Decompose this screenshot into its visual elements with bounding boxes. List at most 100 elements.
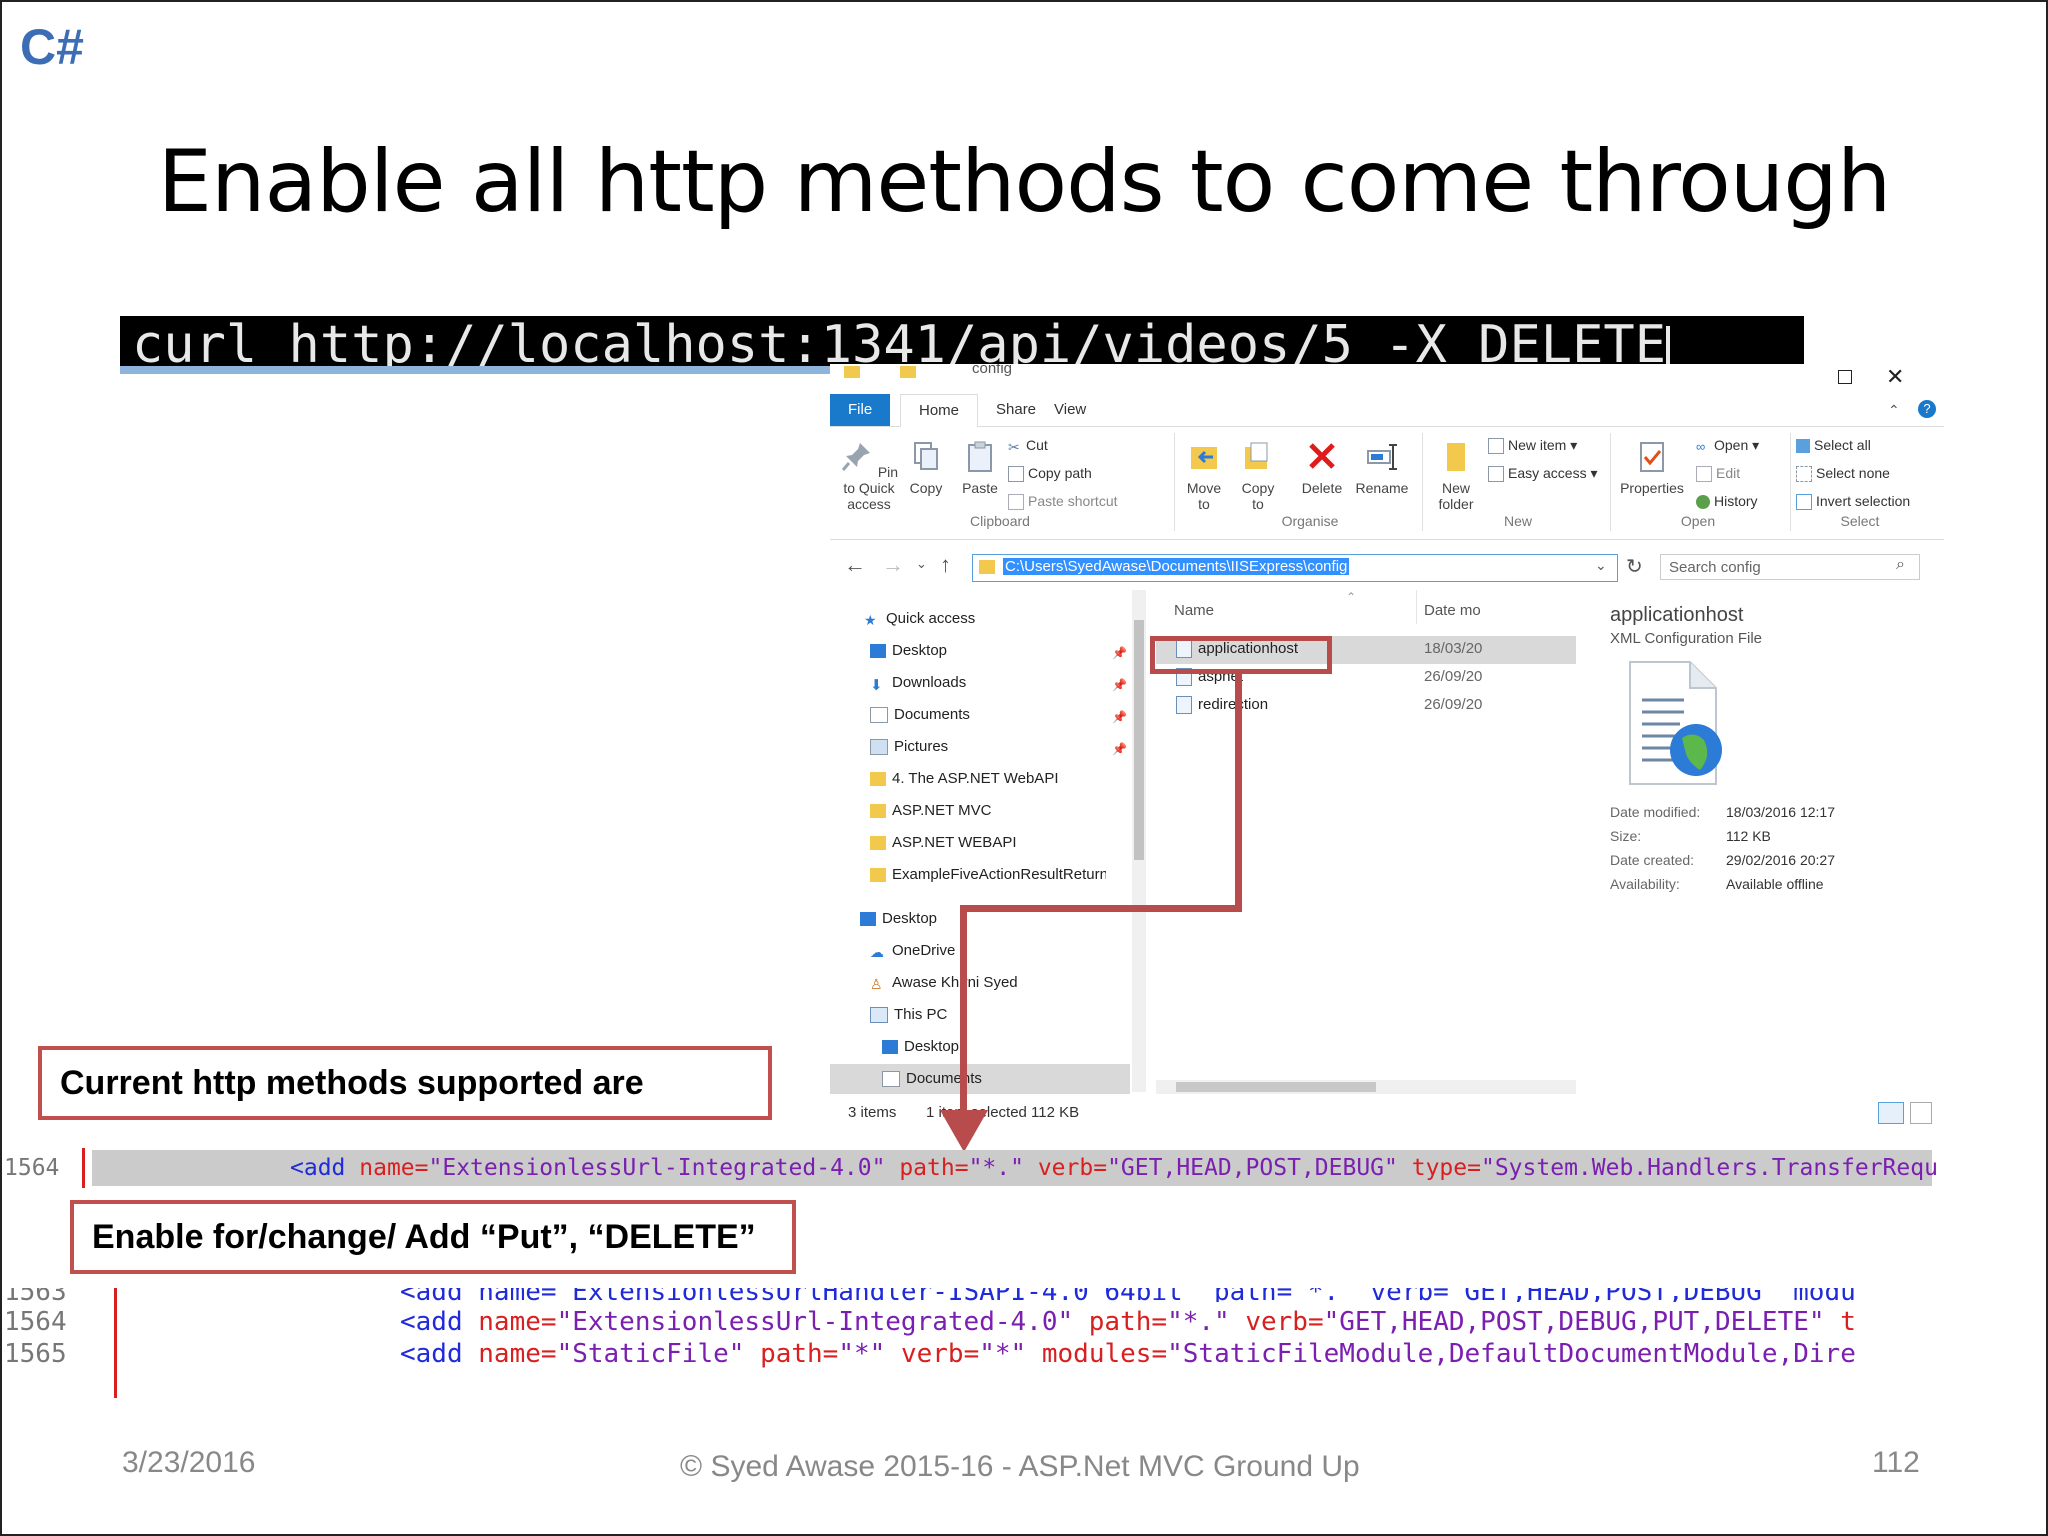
- copy-path-button[interactable]: Copy path: [1008, 465, 1092, 483]
- properties-button[interactable]: Properties: [1616, 439, 1688, 496]
- star-icon: ★: [864, 612, 877, 629]
- history-icon: [1696, 495, 1710, 510]
- copy-to-button[interactable]: Copy to: [1236, 439, 1280, 512]
- code-attr: verb=: [1245, 1307, 1324, 1337]
- delete-button[interactable]: Delete: [1298, 439, 1346, 496]
- nav-folder[interactable]: ExampleFiveActionResultReturnTy: [870, 866, 1106, 883]
- nav-folder[interactable]: ASP.NET WEBAPI: [870, 834, 1017, 851]
- pin-quick-access-button[interactable]: Pin to Quick access: [836, 439, 902, 512]
- details-view-icon[interactable]: [1878, 1102, 1904, 1124]
- desktop-icon: [870, 644, 886, 659]
- cloud-icon: ☁: [870, 944, 884, 961]
- tab-home[interactable]: Home: [900, 394, 979, 427]
- change-marker: [114, 1288, 117, 1398]
- new-item-button[interactable]: New item ▾: [1488, 437, 1577, 455]
- large-icons-view-icon[interactable]: [1910, 1102, 1932, 1124]
- tab-view[interactable]: View: [1036, 394, 1104, 426]
- copy-button[interactable]: Copy: [906, 439, 946, 496]
- code-content: <add name="ExtensionlessUrl-Integrated-4…: [290, 1148, 1938, 1188]
- nav-downloads[interactable]: ⬇ Downloads: [870, 674, 966, 694]
- nav-quick-access[interactable]: ★ Quick access: [864, 610, 976, 629]
- pin-icon[interactable]: 📌: [1112, 646, 1127, 660]
- folder-icon: [870, 772, 886, 787]
- pin-icon[interactable]: 📌: [1112, 678, 1127, 692]
- paste-label: Paste: [962, 480, 998, 496]
- help-icon[interactable]: ?: [1918, 400, 1936, 418]
- address-bar[interactable]: C:\Users\SyedAwase\Documents\IISExpress\…: [972, 554, 1618, 582]
- pin-icon[interactable]: 📌: [1112, 710, 1127, 724]
- code-content: <add name="StaticFile" path="*" verb="*"…: [400, 1338, 1856, 1370]
- chevron-down-icon[interactable]: ⌄: [916, 556, 927, 572]
- organise-group-label: Organise: [1281, 513, 1339, 529]
- nav-folder[interactable]: ASP.NET MVC: [870, 802, 991, 819]
- rename-button[interactable]: Rename: [1352, 439, 1412, 496]
- desktop-icon: [860, 912, 876, 927]
- nav-this-pc[interactable]: This PC: [870, 1006, 948, 1024]
- nav-label: Quick access: [886, 610, 976, 627]
- nav-desktop-root[interactable]: Desktop: [860, 910, 937, 927]
- code-value: "ExtensionlessUrl-Integrated-4.0": [428, 1155, 886, 1181]
- code-value: "System.Web.Handlers.TransferRequestHand…: [1480, 1155, 1938, 1181]
- code-attr: verb=: [1037, 1155, 1108, 1181]
- scrollbar-thumb[interactable]: [1176, 1082, 1376, 1092]
- line-number: 1565: [4, 1339, 67, 1369]
- history-button[interactable]: History: [1696, 493, 1758, 510]
- code-block-after: 1563 <add name="ExtensionlessUrlHandler-…: [0, 1288, 2000, 1398]
- nav-pc-desktop[interactable]: Desktop: [882, 1038, 959, 1055]
- refresh-icon[interactable]: ↻: [1626, 554, 1643, 579]
- paste-icon: [968, 441, 992, 472]
- details-pane: applicationhost XML Configuration File D…: [1610, 590, 1944, 1090]
- horizontal-scrollbar[interactable]: [1156, 1080, 1576, 1094]
- details-file-name: applicationhost: [1610, 604, 1744, 626]
- select-all-button[interactable]: Select all: [1796, 437, 1871, 454]
- code-attr: verb=: [900, 1339, 980, 1369]
- up-arrow-icon[interactable]: ↑: [940, 552, 951, 578]
- nav-desktop[interactable]: Desktop: [870, 642, 947, 659]
- close-icon[interactable]: ✕: [1886, 364, 1904, 390]
- nav-label: This PC: [894, 1006, 948, 1023]
- nav-label: ASP.NET MVC: [892, 802, 992, 819]
- nav-scrollbar[interactable]: [1132, 590, 1146, 1092]
- scrollbar-thumb[interactable]: [1134, 620, 1144, 860]
- nav-label: Documents: [894, 706, 970, 723]
- forward-arrow-icon[interactable]: →: [882, 552, 904, 578]
- callout-current-methods: Current http methods supported are: [38, 1046, 772, 1120]
- maximize-icon[interactable]: [1838, 370, 1852, 384]
- pin-icon[interactable]: 📌: [1112, 742, 1127, 756]
- tab-file[interactable]: File: [830, 394, 891, 426]
- document-icon: [870, 707, 888, 724]
- group-divider: [1790, 433, 1791, 531]
- nav-onedrive[interactable]: ☁ OneDrive: [870, 942, 955, 961]
- details-value: Available offline: [1726, 876, 1824, 892]
- footer-page-number: 112: [1872, 1446, 1920, 1479]
- folder-icon: [870, 836, 886, 851]
- easy-access-button[interactable]: Easy access ▾: [1488, 465, 1598, 483]
- file-row[interactable]: redirection: [1176, 696, 1268, 715]
- nav-folder[interactable]: 4. The ASP.NET WebAPI: [870, 770, 1059, 787]
- chevron-up-icon[interactable]: ⌃: [1888, 402, 1900, 419]
- nav-label: 4. The ASP.NET WebAPI: [892, 770, 1059, 787]
- new-folder-label: New folder: [1438, 480, 1474, 512]
- back-arrow-icon[interactable]: ←: [844, 552, 866, 578]
- search-input[interactable]: Search config: [1660, 554, 1920, 580]
- move-to-button[interactable]: Move to: [1182, 439, 1226, 512]
- nav-documents[interactable]: Documents: [870, 706, 970, 724]
- address-row: ← → ⌄ ↑ C:\Users\SyedAwase\Documents\IIS…: [830, 550, 1944, 586]
- column-header-date[interactable]: Date mo: [1424, 602, 1481, 619]
- details-label: Availability:: [1610, 876, 1680, 892]
- select-none-button[interactable]: Select none: [1796, 465, 1890, 483]
- nav-user[interactable]: ♙ Awase Khirni Syed: [870, 974, 1018, 992]
- chevron-down-icon[interactable]: ⌄: [1595, 557, 1607, 574]
- open-button[interactable]: ∞ Open ▾: [1696, 437, 1759, 454]
- paste-button[interactable]: Paste: [958, 439, 1002, 496]
- code-value: "GET,HEAD,POST,DEBUG": [1107, 1155, 1398, 1181]
- cut-button[interactable]: ✂ Cut: [1008, 437, 1048, 455]
- column-header-name[interactable]: Name: [1174, 602, 1214, 619]
- nav-label: Desktop: [904, 1038, 960, 1055]
- new-folder-button[interactable]: New folder: [1428, 439, 1484, 512]
- invert-selection-button[interactable]: Invert selection: [1796, 493, 1910, 511]
- nav-pictures[interactable]: Pictures: [870, 738, 948, 756]
- paste-shortcut-button[interactable]: Paste shortcut: [1008, 493, 1118, 511]
- edit-button[interactable]: Edit: [1696, 465, 1740, 483]
- code-attr: modules=: [1041, 1339, 1168, 1369]
